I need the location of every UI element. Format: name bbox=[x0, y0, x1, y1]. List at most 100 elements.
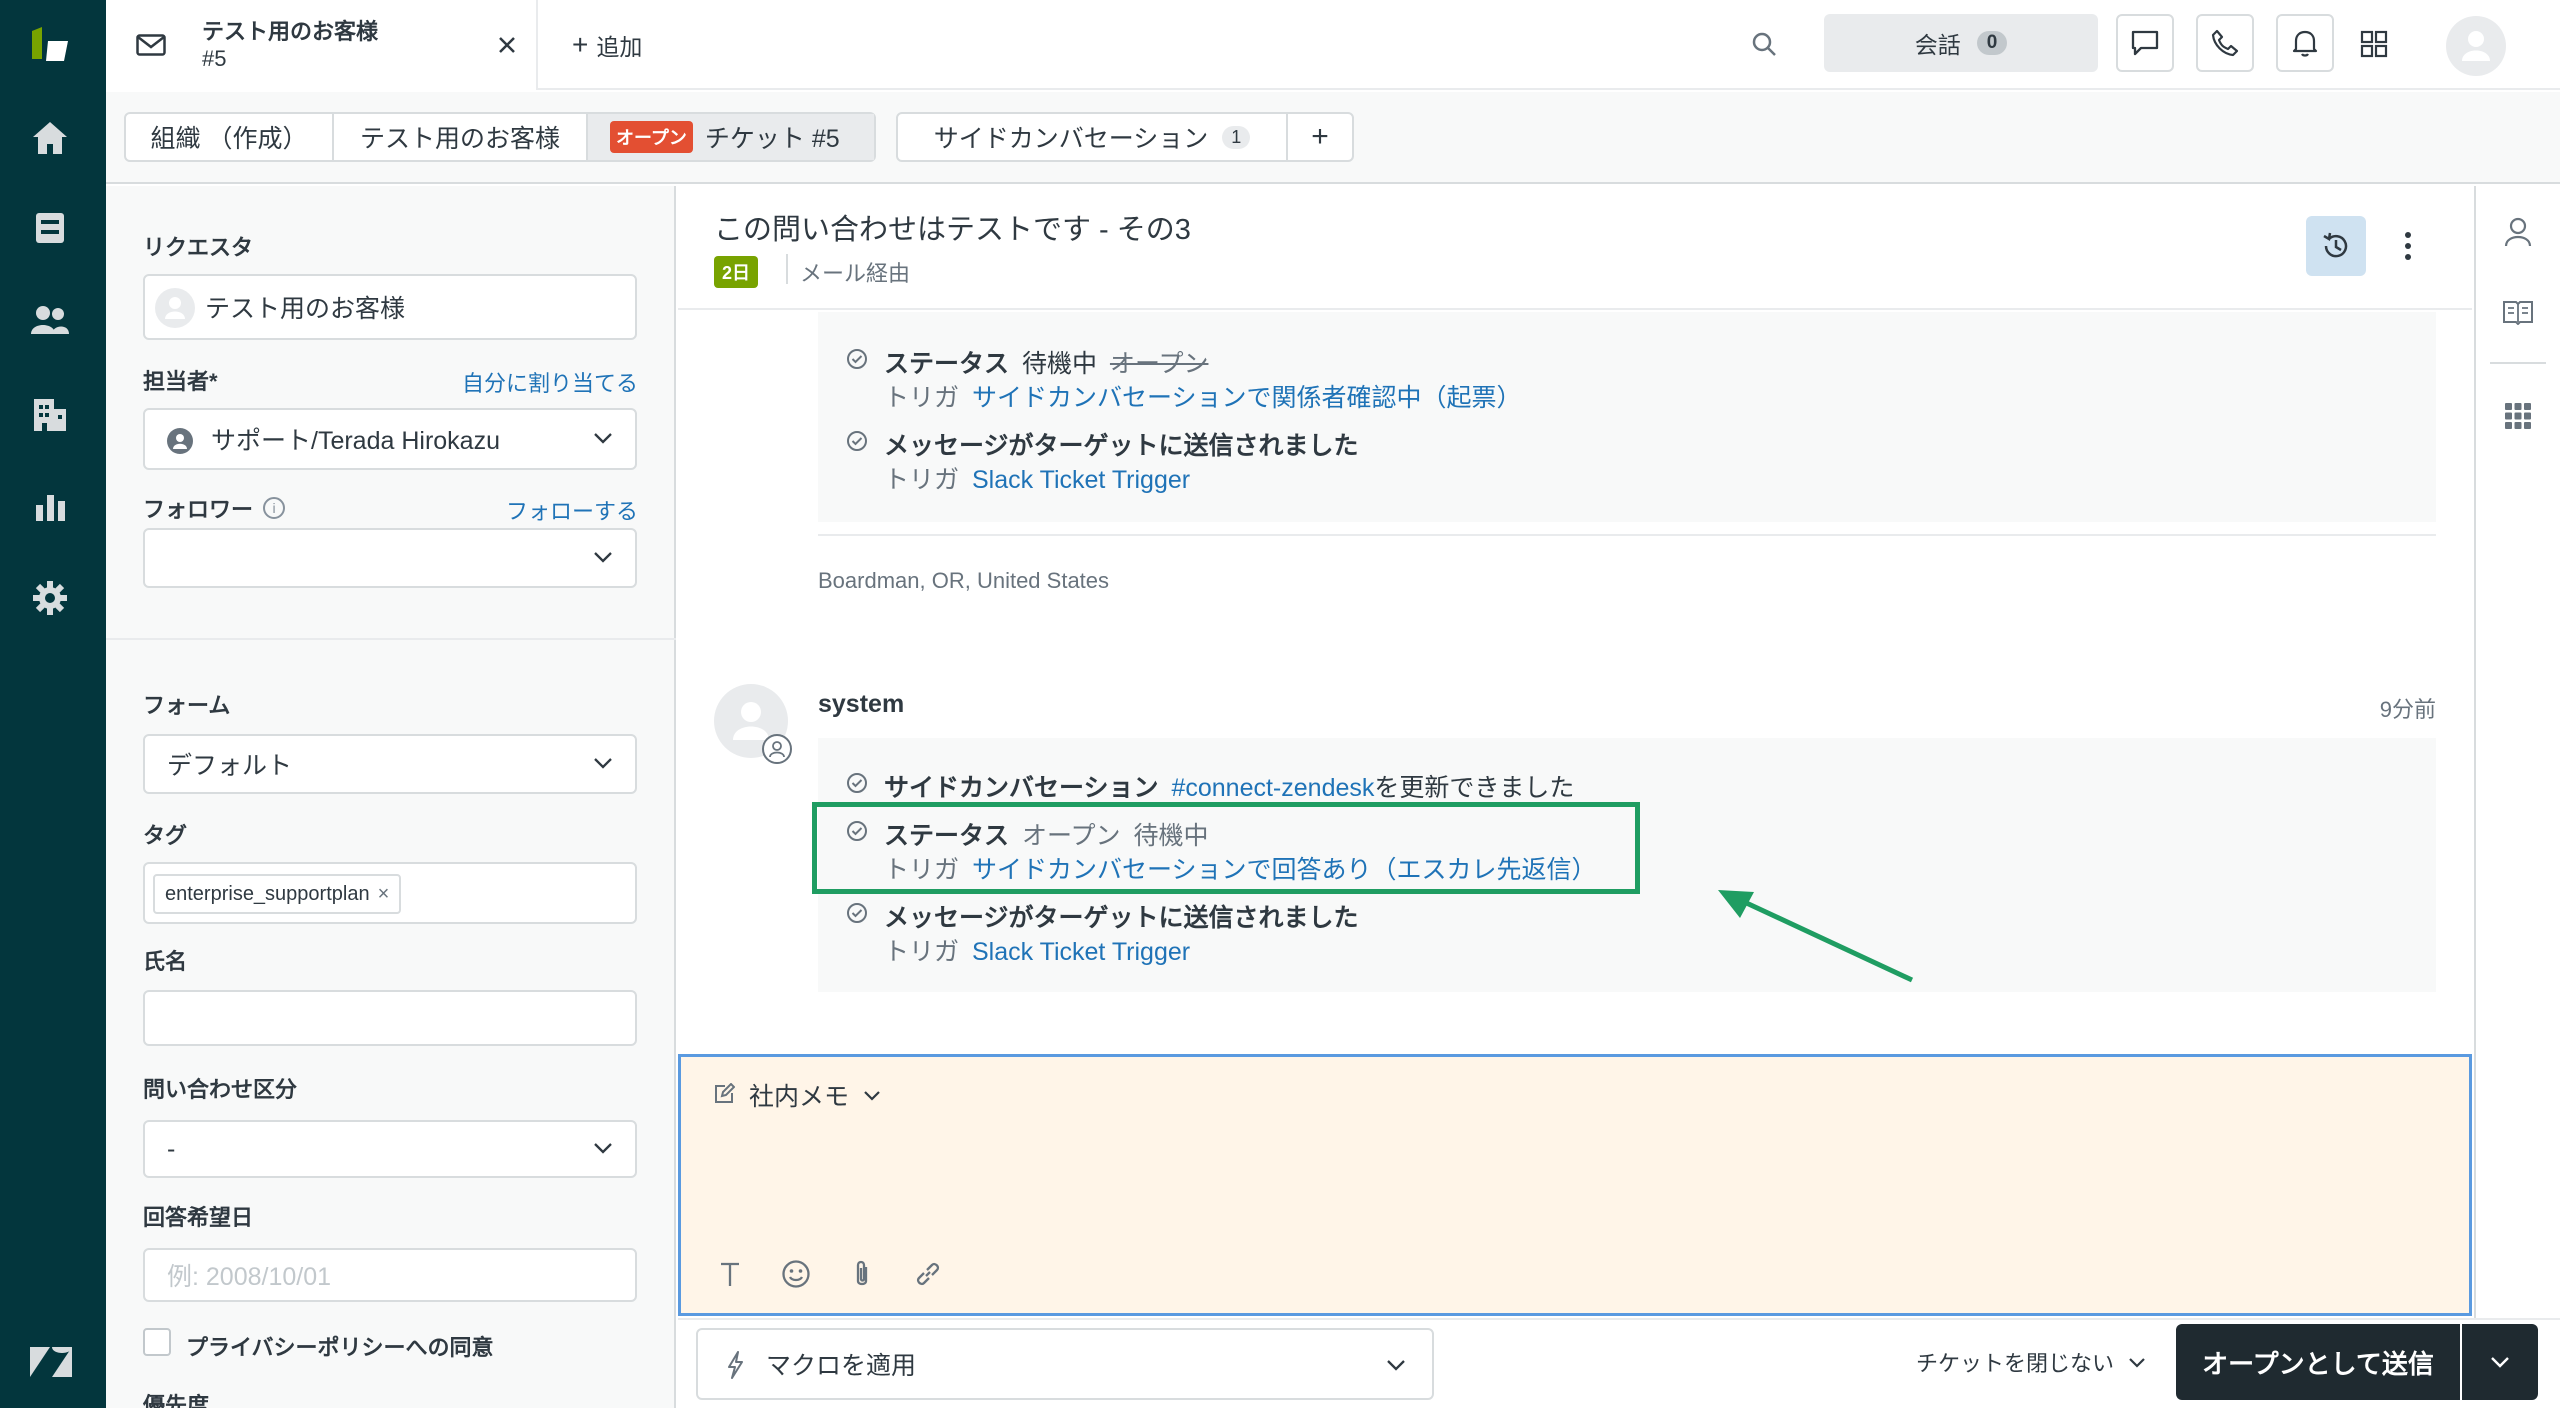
composer-mode-selector[interactable]: 社内メモ bbox=[749, 1077, 881, 1113]
tab-customer[interactable]: テスト用のお客様 bbox=[334, 114, 588, 160]
submit-button[interactable]: オープンとして送信 bbox=[2176, 1324, 2460, 1400]
tab-side-conversations-label: サイドカンバセーション bbox=[933, 125, 1209, 153]
status-new: 待機中 bbox=[1021, 350, 1097, 378]
customers-icon[interactable] bbox=[28, 298, 72, 342]
tags-field[interactable]: enterprise_supportplan × bbox=[143, 862, 637, 924]
user-avatar[interactable] bbox=[2446, 16, 2506, 76]
knowledge-icon[interactable] bbox=[2498, 292, 2538, 332]
more-options-icon[interactable] bbox=[2388, 220, 2428, 272]
add-tab-button[interactable]: + 追加 bbox=[572, 26, 642, 64]
event-status-change-previous: ステータス 待機中 オープン bbox=[884, 344, 1208, 380]
customer-context-icon[interactable] bbox=[2498, 212, 2538, 252]
add-side-conversation-button[interactable]: + bbox=[1288, 114, 1352, 160]
chevron-down-icon bbox=[1387, 1360, 1405, 1371]
tab-side-conversations[interactable]: サイドカンバセーション 1 bbox=[898, 114, 1288, 160]
conversations-count-badge: 0 bbox=[1976, 31, 2008, 55]
organizations-icon[interactable] bbox=[28, 392, 72, 436]
name-label: 氏名 bbox=[143, 949, 188, 974]
form-label: フォーム bbox=[143, 693, 231, 718]
trigger-link[interactable]: Slack Ticket Trigger bbox=[972, 466, 1190, 494]
assignee-dropdown[interactable]: サポート/Terada Hirokazu bbox=[143, 408, 637, 470]
annotation-arrow-icon bbox=[1718, 890, 1914, 983]
check-circle-icon bbox=[847, 773, 867, 793]
form-dropdown[interactable]: デフォルト bbox=[143, 734, 637, 794]
apply-macro-label: マクロを適用 bbox=[766, 1352, 917, 1380]
follow-link[interactable]: フォローする bbox=[506, 494, 638, 526]
slack-channel-link[interactable]: #connect-zendesk bbox=[1171, 774, 1374, 802]
inquiry-type-value: - bbox=[167, 1134, 176, 1163]
close-option-label: チケットを閉じない bbox=[1916, 1351, 2115, 1376]
assign-to-me-link[interactable]: 自分に割り当てる bbox=[462, 366, 638, 398]
inquiry-type-label: 問い合わせ区分 bbox=[143, 1077, 298, 1102]
rail-divider bbox=[2490, 362, 2546, 364]
check-circle-icon bbox=[847, 431, 867, 451]
due-date-input[interactable]: 例: 2008/10/01 bbox=[143, 1248, 637, 1302]
requester-field[interactable]: テスト用のお客様 bbox=[143, 274, 637, 340]
trigger-line-previous-1: トリガ サイドカンバセーションで関係者確認中（起票） bbox=[884, 378, 1521, 414]
emoji-icon[interactable] bbox=[779, 1257, 813, 1291]
submit-options-button[interactable] bbox=[2462, 1324, 2538, 1400]
check-circle-icon bbox=[847, 903, 867, 923]
trigger-prefix: トリガ bbox=[884, 466, 960, 494]
apps-icon[interactable] bbox=[2498, 396, 2538, 436]
name-input[interactable] bbox=[143, 990, 637, 1046]
assignee-label: 担当者* bbox=[143, 369, 218, 394]
context-tabs: 組織 （作成） テスト用のお客様 オープン チケット #5 bbox=[124, 112, 876, 162]
tab-ticket[interactable]: オープン チケット #5 bbox=[588, 114, 874, 160]
admin-gear-icon[interactable] bbox=[28, 576, 72, 620]
ticket-tab-title: テスト用のお客様 bbox=[202, 19, 379, 44]
side-conversations-tabs: サイドカンバセーション 1 + bbox=[896, 112, 1354, 162]
remove-tag-icon[interactable]: × bbox=[378, 883, 390, 906]
header-separator bbox=[786, 254, 788, 284]
trigger-link[interactable]: サイドカンバセーションで関係者確認中（起票） bbox=[972, 384, 1522, 412]
tab-customer-label: テスト用のお客様 bbox=[359, 125, 560, 153]
system-user-icon bbox=[762, 734, 792, 764]
message-sent-previous: メッセージがターゲットに送信されました bbox=[884, 432, 1359, 460]
history-icon[interactable] bbox=[2306, 216, 2366, 276]
close-tab-icon[interactable] bbox=[494, 32, 520, 58]
home-icon[interactable] bbox=[28, 116, 72, 160]
side-conversation-label: サイドカンバセーション bbox=[884, 774, 1159, 802]
inquiry-type-dropdown[interactable]: - bbox=[143, 1120, 637, 1178]
lightning-icon bbox=[722, 1350, 748, 1380]
chat-icon[interactable] bbox=[2116, 14, 2174, 72]
zendesk-products-icon[interactable] bbox=[26, 1342, 76, 1382]
ticket-tab[interactable]: テスト用のお客様 #5 bbox=[106, 0, 538, 90]
apps-grid-icon[interactable] bbox=[2356, 26, 2392, 62]
event-location: Boardman, OR, United States bbox=[818, 568, 1110, 593]
chevron-down-icon bbox=[594, 433, 612, 444]
reporting-icon[interactable] bbox=[28, 484, 72, 528]
apply-macro-dropdown[interactable]: マクロを適用 bbox=[696, 1328, 1434, 1400]
due-date-label: 回答希望日 bbox=[143, 1205, 254, 1230]
due-date-placeholder: 例: 2008/10/01 bbox=[167, 1263, 332, 1291]
composer-mode-label: 社内メモ bbox=[749, 1083, 850, 1111]
trigger-link[interactable]: Slack Ticket Trigger bbox=[972, 938, 1190, 966]
submit-label: オープンとして送信 bbox=[2202, 1348, 2434, 1379]
tab-organization[interactable]: 組織 （作成） bbox=[126, 114, 334, 160]
search-icon[interactable] bbox=[1746, 26, 1782, 62]
phone-icon[interactable] bbox=[2196, 14, 2254, 72]
trigger-line-previous-2: トリガ Slack Ticket Trigger bbox=[884, 460, 1190, 496]
conversations-button[interactable]: 会話 0 bbox=[1824, 14, 2098, 72]
views-icon[interactable] bbox=[28, 206, 72, 250]
trigger-prefix: トリガ bbox=[884, 938, 960, 966]
text-format-icon[interactable] bbox=[713, 1257, 747, 1291]
note-edit-icon bbox=[711, 1081, 737, 1107]
info-icon: i bbox=[263, 497, 286, 519]
chevron-down-icon bbox=[2129, 1358, 2145, 1368]
open-status-badge: オープン bbox=[610, 121, 693, 153]
top-header: テスト用のお客様 #5 + 追加 会話 0 bbox=[106, 0, 2560, 90]
main-nav bbox=[0, 0, 106, 1408]
link-icon[interactable] bbox=[911, 1257, 945, 1291]
context-panel-rail bbox=[2474, 186, 2560, 1318]
notifications-bell-icon[interactable] bbox=[2276, 14, 2334, 72]
close-option-dropdown[interactable]: チケットを閉じない bbox=[1916, 1346, 2146, 1378]
privacy-consent-checkbox[interactable] bbox=[143, 1328, 171, 1356]
followers-label-text: フォロワー bbox=[143, 497, 254, 522]
followers-dropdown[interactable] bbox=[143, 528, 637, 588]
internal-note-composer[interactable]: 社内メモ bbox=[678, 1054, 2472, 1316]
attachment-icon[interactable] bbox=[845, 1257, 879, 1291]
zendesk-logo[interactable] bbox=[26, 24, 76, 64]
ticket-subject[interactable]: この問い合わせはテストです - その3 bbox=[714, 206, 1191, 248]
status-old: オープン bbox=[1109, 350, 1209, 378]
